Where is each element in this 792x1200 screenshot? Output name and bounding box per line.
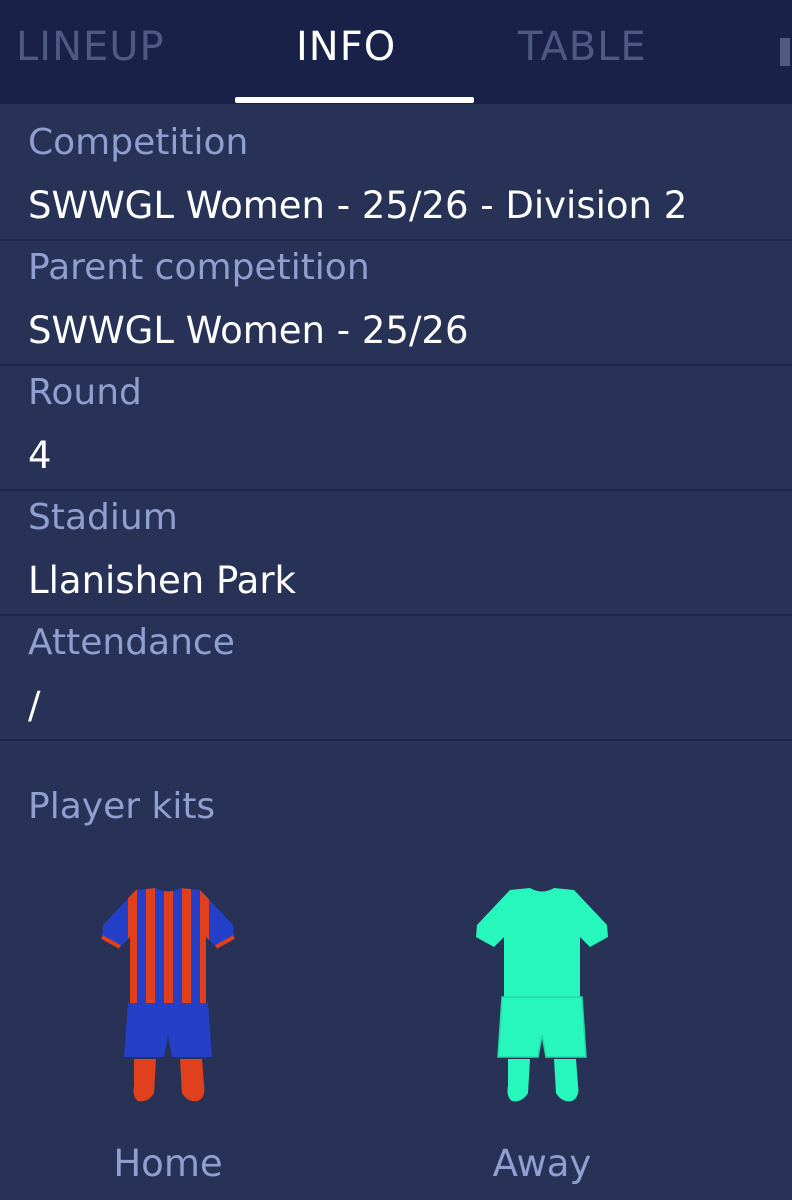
home-kit-icon — [88, 885, 248, 1110]
round-label: Round — [28, 372, 142, 413]
player-kits-title: Player kits — [28, 786, 216, 827]
tab-next-partial[interactable] — [780, 38, 790, 66]
stadium-value: Llanishen Park — [28, 559, 296, 602]
competition-label: Competition — [28, 122, 249, 163]
tab-info[interactable]: INFO — [296, 24, 396, 70]
tab-bar: LINEUP INFO TABLE — [0, 0, 792, 104]
info-row-round: Round 4 — [0, 366, 792, 491]
tab-table[interactable]: TABLE — [518, 24, 647, 70]
away-kit-label: Away — [492, 1142, 592, 1185]
info-row-parent-competition: Parent competition SWWGL Women - 25/26 — [0, 241, 792, 366]
parent-competition-value: SWWGL Women - 25/26 — [28, 309, 469, 352]
round-value: 4 — [28, 434, 52, 477]
match-info-list: Competition SWWGL Women - 25/26 - Divisi… — [0, 116, 792, 741]
stadium-label: Stadium — [28, 497, 178, 538]
home-kit-label: Home — [113, 1142, 223, 1185]
tab-lineup[interactable]: LINEUP — [16, 24, 165, 70]
info-row-attendance: Attendance / — [0, 616, 792, 741]
info-row-stadium: Stadium Llanishen Park — [0, 491, 792, 616]
parent-competition-label: Parent competition — [28, 247, 370, 288]
info-row-competition: Competition SWWGL Women - 25/26 - Divisi… — [0, 116, 792, 241]
away-kit-icon — [462, 885, 622, 1110]
competition-value: SWWGL Women - 25/26 - Division 2 — [28, 184, 688, 227]
attendance-label: Attendance — [28, 622, 235, 663]
active-tab-indicator — [235, 97, 474, 103]
attendance-value: / — [28, 684, 41, 727]
